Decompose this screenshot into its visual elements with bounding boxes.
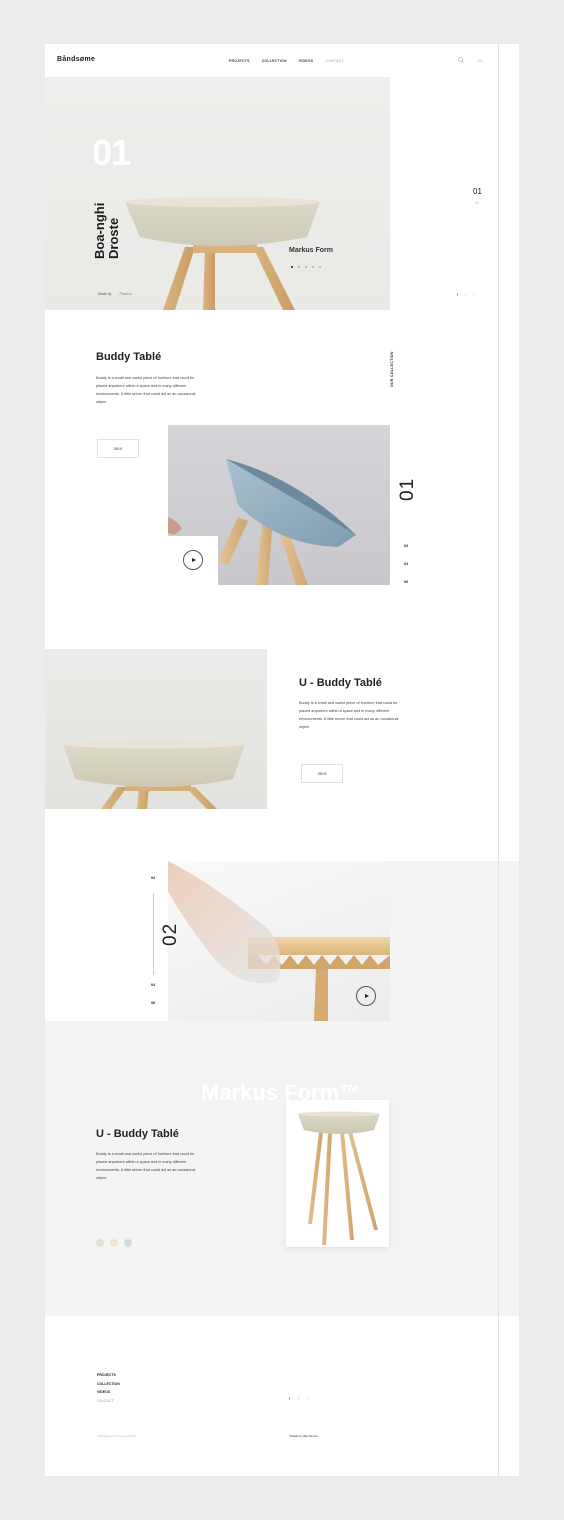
nav-collection[interactable]: COLLECTION — [262, 59, 287, 63]
page: Båndsøme PROJECTS COLLECTION VIDEOS CONT… — [45, 44, 519, 1476]
hero-title-line1: Boa-nghi — [92, 202, 107, 259]
social-links: f t i — [457, 292, 474, 297]
section-number: 02 — [160, 922, 181, 946]
product-description: Buddy is a small and useful piece of fur… — [299, 701, 399, 729]
nav-videos[interactable]: VIDEOS — [299, 59, 314, 63]
play-icon — [364, 994, 369, 998]
section-list-item[interactable]: 04 — [404, 562, 408, 580]
twitter-icon[interactable]: t — [465, 292, 466, 297]
slide-dot[interactable] — [298, 266, 300, 268]
slide-dot[interactable] — [319, 266, 321, 268]
made-by-label: Made by — [98, 292, 112, 296]
search-icon[interactable] — [458, 57, 464, 63]
product-description: Buddy is a small and useful piece of fur… — [96, 376, 196, 404]
price-button[interactable]: 250 € — [301, 764, 343, 783]
instagram-icon[interactable]: i — [473, 292, 474, 297]
hero-stool-image — [125, 197, 320, 310]
made-by: Made by Passion — [98, 292, 132, 296]
slide-dot[interactable] — [312, 266, 314, 268]
color-swatch[interactable] — [96, 1239, 104, 1247]
product-title: Buddy Tablé — [96, 351, 162, 363]
hero-title-line2: Droste — [106, 217, 121, 259]
color-swatches — [96, 1239, 132, 1247]
made-by-credit: ©Made by Bandsome — [289, 1434, 318, 1438]
divider-line — [153, 893, 154, 975]
section-list-item[interactable]: 02 — [404, 544, 408, 562]
play-icon — [191, 558, 196, 562]
product-image-beige — [45, 649, 267, 809]
play-button[interactable] — [356, 986, 376, 1006]
brand-logo[interactable]: Båndsøme — [57, 56, 95, 63]
section-list-item[interactable]: 06 — [151, 1001, 155, 1005]
play-button[interactable] — [183, 550, 203, 570]
footer-link-videos[interactable]: VIDEOS — [97, 1390, 120, 1399]
hero-number: 01 — [92, 132, 131, 173]
slide-dot[interactable] — [305, 266, 307, 268]
product-card[interactable] — [286, 1100, 389, 1247]
product-description: Buddy is a small and useful piece of fur… — [96, 1152, 196, 1180]
product-title: U - Buddy Tablé — [299, 677, 382, 689]
slide-dot[interactable] — [291, 266, 293, 268]
price-button[interactable]: 250 € — [97, 439, 139, 458]
section-number: 01 — [397, 477, 418, 501]
footer-link-contact[interactable]: CONTACT — [97, 1399, 120, 1408]
section-list-item[interactable]: 06 — [404, 580, 408, 598]
facebook-icon[interactable]: f — [457, 292, 458, 297]
facebook-icon[interactable]: f — [289, 1396, 290, 1401]
color-swatch[interactable] — [110, 1239, 118, 1247]
nav-contact[interactable]: CONTACT — [325, 59, 343, 63]
footer-link-projects[interactable]: PROJECTS — [97, 1373, 120, 1382]
collection-label: OUR COLLECTION — [390, 351, 394, 387]
footer-link-collection[interactable]: COLLECTION — [97, 1382, 120, 1391]
nav-projects[interactable]: PROJECTS — [229, 59, 250, 63]
right-guide-line — [498, 44, 499, 1476]
hero-banner: 01 Boa-nghi Droste Markus Form Made by Pa… — [45, 77, 390, 310]
color-swatch[interactable] — [124, 1239, 132, 1247]
section-list-item[interactable]: 04 — [151, 983, 155, 987]
section-list-item[interactable]: 02 — [151, 876, 155, 880]
slide-counter-current: 01 — [473, 187, 482, 196]
section-list: 02 04 06 — [404, 544, 408, 598]
slide-counter-next[interactable]: 02 — [475, 201, 479, 205]
product-title: U - Buddy Tablé — [96, 1128, 179, 1140]
twitter-icon[interactable]: t — [298, 1396, 299, 1401]
hero-pagination — [291, 266, 321, 268]
made-by-value: Passion — [119, 292, 132, 296]
footer-nav: PROJECTS COLLECTION VIDEOS CONTACT — [97, 1373, 120, 1407]
language-switch[interactable]: EN — [478, 59, 483, 63]
instagram-icon[interactable]: i — [307, 1396, 308, 1401]
hero-title: Boa-nghi Droste — [92, 202, 121, 259]
hero-designer: Markus Form — [289, 247, 333, 254]
copyright-text: All Rights are Reserved 2016 — [97, 1434, 137, 1438]
main-nav: PROJECTS COLLECTION VIDEOS CONTACT — [229, 59, 344, 63]
footer-social-links: f t i — [289, 1396, 308, 1401]
